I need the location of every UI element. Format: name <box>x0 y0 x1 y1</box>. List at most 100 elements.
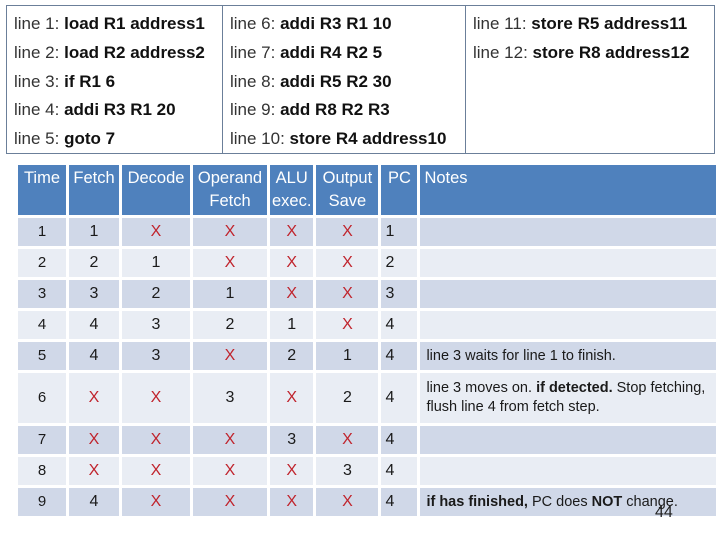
cell-alu: X <box>270 218 314 246</box>
cell-output: X <box>316 426 379 454</box>
cell-alu: X <box>270 280 314 308</box>
code-line: line 3: if R1 6 <box>14 71 116 91</box>
cell-time: 9 <box>18 488 66 516</box>
program-column-2: line 6: addi R3 R1 10 line 7: addi R4 R2… <box>223 6 466 153</box>
table-row: 7XXX3X4 <box>18 426 717 454</box>
cell-decode: X <box>122 457 190 485</box>
cell-fetch: X <box>69 457 119 485</box>
table-row: 3321XX3 <box>18 280 717 308</box>
cell-decode: 2 <box>122 280 190 308</box>
code-line: line 11: store R5 address11 <box>473 14 688 33</box>
code-line: line 4: addi R3 R1 20 <box>14 100 176 120</box>
code-line: line 9: add R8 R2 R3 <box>230 100 390 120</box>
header-time: Time <box>18 165 66 215</box>
code-line: line 1: load R1 address1 <box>14 14 205 33</box>
note-text: line 3 moves on. <box>426 380 537 396</box>
code-line: line 5: goto 7 <box>14 129 116 149</box>
cell-time: 5 <box>18 342 66 370</box>
header-row: Time Fetch Decode Operand Fetch ALU exec… <box>18 165 717 215</box>
cell-output: X <box>316 311 379 339</box>
note-text-bold: NOT <box>591 493 623 510</box>
cell-decode: X <box>122 373 190 423</box>
cell-operand: X <box>193 457 267 485</box>
pipeline-table: Time Fetch Decode Operand Fetch ALU exec… <box>15 162 719 519</box>
header-alu-exec: ALU exec. <box>270 165 314 215</box>
note-text-bold: if detected. <box>536 380 613 396</box>
cell-notes <box>420 249 717 277</box>
cell-notes: line 3 waits for line 1 to finish. <box>420 342 717 370</box>
header-pc: PC <box>381 165 418 215</box>
cell-fetch: 2 <box>69 249 119 277</box>
header-output-save: Output Save <box>316 165 379 215</box>
cell-output: 1 <box>316 342 379 370</box>
cell-time: 2 <box>18 249 66 277</box>
cell-alu: 1 <box>270 311 314 339</box>
table-row: 9 4 X X X X 4 if has finished, PC does NOT chan… <box>18 488 717 516</box>
cell-time: 6 <box>18 373 66 423</box>
header-decode: Decode <box>122 165 190 215</box>
note-text-bold: if has finished, <box>426 493 528 510</box>
table-row: 5 4 3 X 2 1 4 line 3 waits for line 1 to finish… <box>18 342 717 370</box>
cell-fetch: X <box>69 426 119 454</box>
table-row: 6 X X 3 X 2 4 line 3 moves on. if detected. Sto… <box>18 373 717 423</box>
cell-pc: 3 <box>381 280 418 308</box>
cell-fetch: 1 <box>69 218 119 246</box>
cell-output: 3 <box>316 457 379 485</box>
code-line: line 6: addi R3 R1 10 <box>230 14 392 33</box>
cell-time: 3 <box>18 280 66 308</box>
cell-output: X <box>316 280 379 308</box>
code-line: line 2: load R2 address2 <box>14 42 205 62</box>
cell-time: 7 <box>18 426 66 454</box>
cell-pc: 4 <box>381 311 418 339</box>
cell-alu: X <box>270 457 314 485</box>
cell-alu: 3 <box>270 426 314 454</box>
cell-pc: 4 <box>381 457 418 485</box>
cell-time: 8 <box>18 457 66 485</box>
cell-notes <box>420 426 717 454</box>
cell-notes <box>420 311 717 339</box>
cell-notes <box>420 457 717 485</box>
table-row: 221XXX2 <box>18 249 717 277</box>
cell-operand: X <box>193 342 267 370</box>
cell-notes <box>420 218 717 246</box>
header-fetch: Fetch <box>69 165 119 215</box>
cell-operand: X <box>193 488 267 516</box>
program-listing: line 1: load R1 address1 line 2: load R2… <box>6 5 715 154</box>
cell-output: X <box>316 218 379 246</box>
cell-output: 2 <box>316 373 379 423</box>
cell-pc: 4 <box>381 373 418 423</box>
cell-decode: X <box>122 488 190 516</box>
code-line: line 8: addi R5 R2 30 <box>230 71 392 91</box>
table-row: 8XXXX34 <box>18 457 717 485</box>
code-line: line 12: store R8 address12 <box>473 42 690 62</box>
cell-decode: X <box>122 218 190 246</box>
cell-alu: X <box>270 373 314 423</box>
cell-alu: 2 <box>270 342 314 370</box>
code-line: line 7: addi R4 R2 5 <box>230 42 383 62</box>
program-column-3: line 11: store R5 address11 line 12: sto… <box>466 6 714 153</box>
cell-fetch: 3 <box>69 280 119 308</box>
cell-time: 4 <box>18 311 66 339</box>
cell-decode: 3 <box>122 311 190 339</box>
cell-operand: 3 <box>193 373 267 423</box>
cell-alu: X <box>270 488 314 516</box>
cell-fetch: X <box>69 373 119 423</box>
cell-output: X <box>316 488 379 516</box>
cell-notes <box>420 280 717 308</box>
cell-notes: line 3 moves on. if detected. Stop fetch… <box>420 373 717 423</box>
cell-pc: 4 <box>381 342 418 370</box>
cell-operand: 1 <box>193 280 267 308</box>
cell-decode: X <box>122 426 190 454</box>
cell-operand: X <box>193 218 267 246</box>
cell-time: 1 <box>18 218 66 246</box>
table-row: 11XXXX1 <box>18 218 717 246</box>
page-number: 44 <box>655 504 673 521</box>
note-text: PC does <box>527 493 592 510</box>
cell-alu: X <box>270 249 314 277</box>
cell-decode: 1 <box>122 249 190 277</box>
pipeline-body: 1 1 X X X X 1 2 2 1 X X X 2 3 3 2 1 X X 3 4 4 3 2 1 X 4 5 4 3 X 2 1 4 line … <box>18 218 717 516</box>
program-column-1: line 1: load R1 address1 line 2: load R2… <box>7 6 223 153</box>
table-row: 44321X4 <box>18 311 717 339</box>
cell-operand: X <box>193 426 267 454</box>
cell-pc: 4 <box>381 426 418 454</box>
